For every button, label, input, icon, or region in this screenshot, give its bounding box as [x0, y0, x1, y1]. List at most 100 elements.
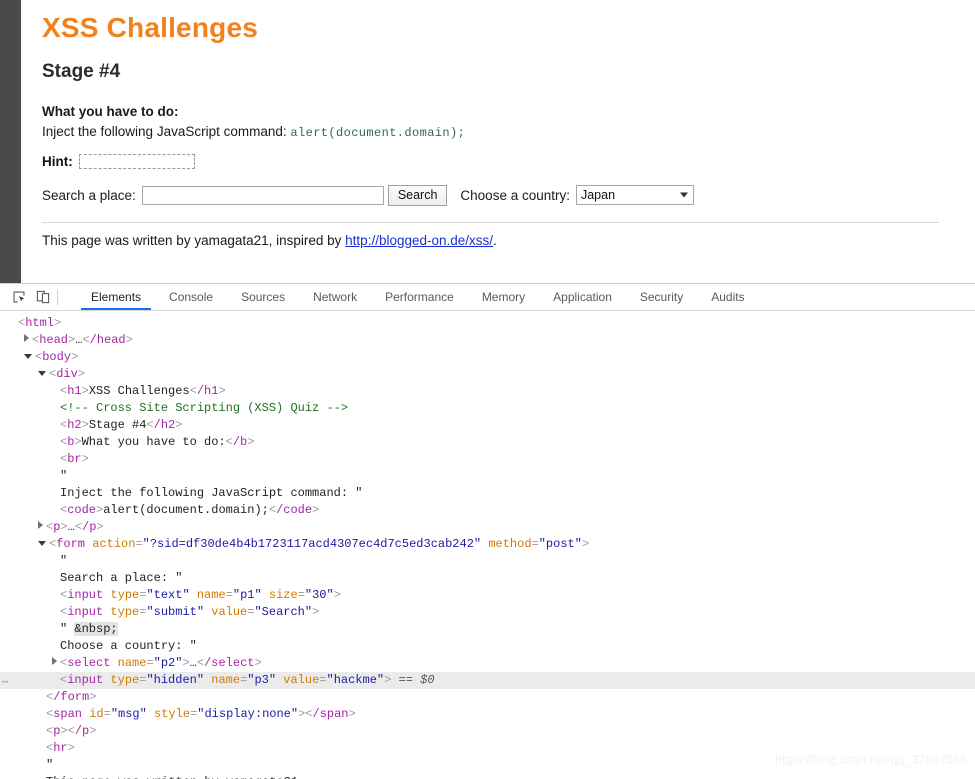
country-label: Choose a country: — [460, 187, 570, 203]
dom-node-row[interactable]: <b>What you have to do:</b> — [0, 434, 975, 451]
dom-node-markup: " — [46, 758, 54, 772]
dom-node-row[interactable]: " &nbsp; — [0, 621, 975, 638]
tab-security[interactable]: Security — [626, 284, 697, 310]
dom-node-row[interactable]: <div> — [0, 366, 975, 383]
dom-node-markup: <code>alert(document.domain);</code> — [60, 503, 320, 517]
country-select[interactable]: Japan — [575, 185, 694, 206]
dom-node-markup: <!-- Cross Site Scripting (XSS) Quiz --> — [60, 401, 349, 415]
footer-external-link[interactable]: http://blogged-on.de/xss/ — [345, 233, 493, 248]
dom-tree-view[interactable]: <html> <head>…</head> <body> <div> <h1>XSS C… — [0, 311, 975, 779]
dom-node-row[interactable]: <p></p> — [0, 723, 975, 740]
search-form: Search a place: Choose a country: Japan — [42, 184, 942, 206]
hint-value-box — [78, 153, 195, 169]
search-label: Search a place: — [42, 187, 136, 203]
toolbar-divider — [57, 289, 58, 305]
country-select-value: Japan — [580, 188, 616, 203]
page-left-gutter — [0, 0, 21, 283]
dom-node-markup: Inject the following JavaScript command:… — [60, 486, 363, 500]
dom-node-row[interactable]: <h2>Stage #4</h2> — [0, 417, 975, 434]
chevron-down-icon — [679, 192, 688, 198]
dom-node-row[interactable]: <input type="text" name="p1" size="30"> — [0, 587, 975, 604]
dom-node-markup: <head>…</head> — [32, 333, 133, 347]
tab-performance[interactable]: Performance — [371, 284, 468, 310]
tab-sources[interactable]: Sources — [227, 284, 299, 310]
task-label: What you have to do: — [42, 104, 179, 119]
tab-label: Sources — [241, 290, 286, 304]
dom-node-markup: This page was written by yamagata21, — [46, 775, 305, 779]
dom-node-markup: <select name="p2">…</select> — [60, 656, 262, 670]
dom-node-row[interactable]: <br> — [0, 451, 975, 468]
tab-label: Audits — [711, 290, 745, 304]
dom-node-markup: <input type="submit" value="Search"> — [60, 605, 320, 619]
tab-audits[interactable]: Audits — [697, 284, 758, 310]
tab-application[interactable]: Application — [539, 284, 626, 310]
dom-node-row[interactable]: <input type="submit" value="Search"> — [0, 604, 975, 621]
chevron-down-icon[interactable] — [38, 541, 46, 546]
tab-network[interactable]: Network — [299, 284, 371, 310]
footer-suffix-text: . — [493, 232, 497, 248]
chevron-down-icon[interactable] — [24, 354, 32, 359]
dom-node-markup: <form action="?sid=df30de4b4b1723117acd4… — [49, 537, 590, 551]
page-footer: This page was written by yamagata21, ins… — [42, 233, 942, 248]
dom-node-row[interactable]: " — [0, 757, 975, 774]
dom-node-row[interactable]: <body> — [0, 349, 975, 366]
dom-node-row[interactable]: This page was written by yamagata21, — [0, 774, 975, 779]
chevron-right-icon[interactable] — [52, 657, 57, 665]
dom-node-markup: " — [60, 554, 68, 568]
dom-node-row[interactable]: Search a place: " — [0, 570, 975, 587]
dom-node-row[interactable]: <select name="p2">…</select> — [0, 655, 975, 672]
tab-elements[interactable]: Elements — [77, 284, 155, 310]
dom-node-markup: <html> — [18, 316, 62, 330]
inject-instruction: Inject the following JavaScript command: — [42, 123, 287, 139]
dom-node-markup: <div> — [49, 367, 86, 381]
dom-node-markup: </form> — [46, 690, 97, 704]
devtools-tool-icons — [0, 284, 67, 310]
dom-node-row-selected[interactable]: ⋯ <input type="hidden" name="p3" value="h… — [0, 672, 975, 689]
devtools-panel: Elements Console Sources Network Performance… — [0, 283, 975, 779]
tab-label: Elements — [91, 290, 142, 304]
dom-node-row[interactable]: <code>alert(document.domain);</code> — [0, 502, 975, 519]
dom-node-row[interactable]: <span id="msg" style="display:none"></sp… — [0, 706, 975, 723]
dom-node-markup: <body> — [35, 350, 79, 364]
dom-node-row[interactable]: <head>…</head> — [0, 332, 975, 349]
hint-row: Hint: — [42, 153, 942, 169]
dom-node-markup: <input type="text" name="p1" size="30"> — [60, 588, 341, 602]
inspect-element-icon[interactable] — [7, 286, 31, 308]
tab-label: Memory — [481, 290, 526, 304]
dom-node-row[interactable]: <hr> — [0, 740, 975, 757]
dom-node-row[interactable]: <form action="?sid=df30de4b4b1723117acd4… — [0, 536, 975, 553]
footer-prefix-text: This page was written by yamagata21, ins… — [42, 232, 346, 248]
dom-node-row[interactable]: </form> — [0, 689, 975, 706]
dom-node-markup: <b>What you have to do:</b> — [60, 435, 255, 449]
tab-label: Application — [553, 290, 612, 304]
inject-command-code: alert(document.domain); — [290, 125, 466, 140]
dom-node-markup: Choose a country: " — [60, 639, 197, 653]
dom-node-markup: <br> — [60, 452, 89, 466]
dom-node-row[interactable]: <!-- Cross Site Scripting (XSS) Quiz --> — [0, 400, 975, 417]
search-input[interactable] — [141, 185, 384, 205]
tab-memory[interactable]: Memory — [468, 284, 539, 310]
tab-console[interactable]: Console — [155, 284, 227, 310]
browser-page-viewport: XSS Challenges Stage #4 What you have to… — [0, 0, 975, 283]
search-button[interactable] — [387, 184, 448, 206]
devtools-tabs: Elements Console Sources Network Performance… — [77, 284, 759, 310]
dom-node-row[interactable]: <h1>XSS Challenges</h1> — [0, 383, 975, 400]
chevron-right-icon[interactable] — [38, 521, 43, 529]
chevron-right-icon[interactable] — [24, 334, 29, 342]
device-toolbar-icon[interactable] — [31, 286, 55, 308]
dom-node-row[interactable]: " — [0, 553, 975, 570]
dom-node-markup: Search a place: " — [60, 571, 183, 585]
dom-node-row[interactable]: <p>…</p> — [0, 519, 975, 536]
dom-node-markup: <h2>Stage #4</h2> — [60, 418, 183, 432]
dom-node-row[interactable]: Inject the following JavaScript command:… — [0, 485, 975, 502]
tab-label: Security — [639, 290, 684, 304]
dom-node-row[interactable]: Choose a country: " — [0, 638, 975, 655]
hint-label: Hint: — [42, 153, 73, 169]
tab-label: Console — [169, 290, 214, 304]
dom-node-markup: " — [60, 469, 68, 483]
chevron-down-icon[interactable] — [38, 371, 46, 376]
horizontal-rule — [42, 221, 939, 223]
dom-node-row[interactable]: " — [0, 468, 975, 485]
dom-node-row[interactable]: <html> — [0, 315, 975, 332]
page-content: XSS Challenges Stage #4 What you have to… — [42, 0, 942, 248]
